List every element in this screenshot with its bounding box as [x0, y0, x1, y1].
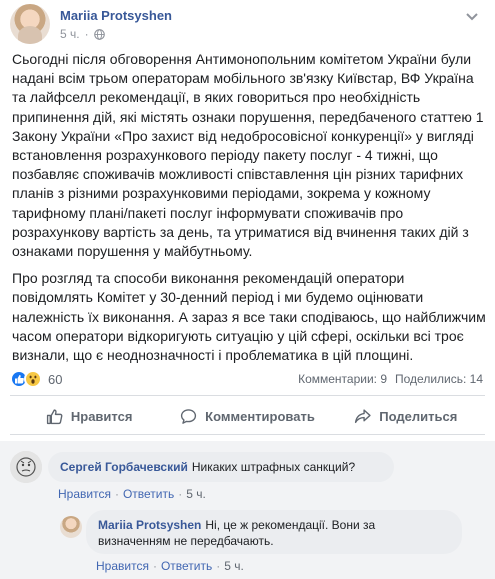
post-actions: Нравится Комментировать Поделиться — [10, 401, 485, 431]
post-time[interactable]: 5 ч. — [60, 27, 80, 41]
replier-avatar[interactable] — [60, 516, 82, 538]
comment-icon — [181, 408, 197, 424]
meta-separator: · — [84, 27, 89, 41]
like-button[interactable]: Нравится — [10, 401, 168, 431]
comment-reply-link[interactable]: Ответить — [161, 559, 212, 573]
share-button[interactable]: Поделиться — [327, 401, 485, 431]
meta-separator: · — [216, 559, 221, 573]
thumbs-up-icon — [46, 408, 63, 424]
post-author[interactable]: Mariia Protsyshen — [60, 8, 172, 23]
divider — [10, 434, 485, 435]
meta-separator: · — [114, 487, 119, 501]
meta-separator: · — [178, 487, 183, 501]
post-paragraph: Сьогодні після обговорення Антимонопольн… — [12, 51, 484, 260]
author-avatar[interactable] — [10, 4, 50, 44]
comment-bubble: Сергей Горбачевский Никаких штрафных санк… — [48, 452, 394, 482]
comment-button[interactable]: Комментировать — [168, 401, 326, 431]
reaction-count: 60 — [48, 371, 63, 387]
comment-actions: Нравится · Ответить · 5 ч. — [58, 487, 206, 501]
post-stats: 60 Комментарии: 9 Поделились: 14 — [10, 368, 485, 390]
wow-icon — [24, 370, 42, 388]
globe-icon[interactable] — [93, 28, 105, 40]
comment-time[interactable]: 5 ч. — [224, 559, 244, 573]
comment-like-link[interactable]: Нравится — [96, 559, 149, 573]
divider — [10, 395, 485, 396]
post-header: Mariia Protsyshen 5 ч. · — [10, 4, 480, 44]
comment-text: Никаких штрафных санкций? — [191, 460, 356, 474]
comment-bubble: Mariia Protsyshen Ні, це ж рекомендації. … — [86, 510, 462, 554]
comment-like-link[interactable]: Нравится — [58, 487, 111, 501]
post-options-chevron-icon[interactable] — [464, 8, 480, 24]
share-icon — [355, 408, 371, 423]
comment-actions: Нравится · Ответить · 5 ч. — [96, 559, 244, 573]
commenter-avatar[interactable] — [10, 451, 42, 483]
comment-time[interactable]: 5 ч. — [186, 487, 206, 501]
reactions-summary[interactable]: 60 — [10, 370, 62, 388]
comment-author[interactable]: Mariia Protsyshen — [98, 518, 201, 532]
post-body: Сьогодні після обговорення Антимонопольн… — [12, 50, 486, 373]
comment-reply-link[interactable]: Ответить — [123, 487, 174, 501]
stats-right: Комментарии: 9 Поделились: 14 — [298, 372, 483, 386]
post-paragraph: Про розгляд та способи виконання рекомен… — [12, 270, 486, 364]
shares-count-link[interactable]: Поделились: 14 — [395, 372, 483, 386]
comment-label: Комментировать — [205, 408, 315, 424]
comment-author[interactable]: Сергей Горбачевский — [60, 460, 188, 474]
post-meta: 5 ч. · — [60, 27, 105, 41]
meta-separator: · — [152, 559, 157, 573]
comments-count-link[interactable]: Комментарии: 9 — [298, 372, 387, 386]
like-label: Нравится — [70, 408, 133, 424]
share-label: Поделиться — [379, 408, 458, 424]
